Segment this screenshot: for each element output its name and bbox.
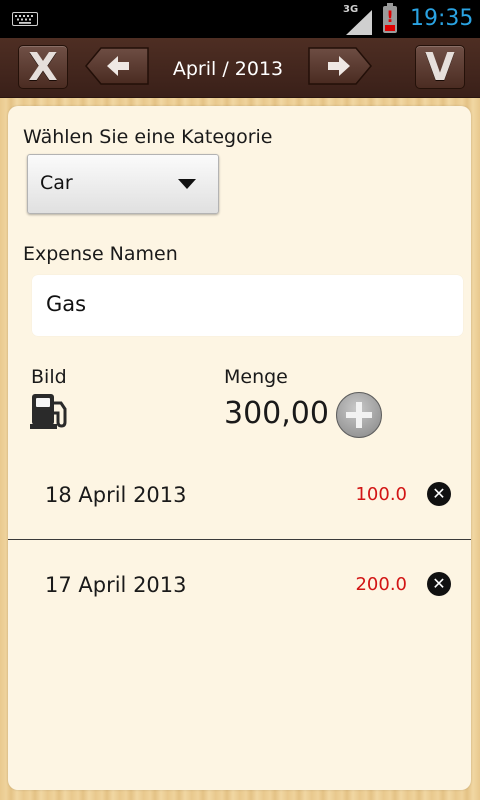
cancel-button[interactable]: X	[18, 45, 68, 89]
category-dropdown[interactable]: Car	[27, 154, 219, 214]
list-divider	[8, 539, 471, 540]
cancel-button-label: X	[28, 45, 58, 89]
battery-alert: !	[386, 7, 394, 26]
entry-date: 18 April 2013	[45, 483, 187, 507]
list-item: 17 April 2013 200.0 ✕	[8, 561, 471, 621]
dropdown-caret-icon	[178, 179, 196, 189]
expense-name-field[interactable]	[32, 275, 463, 336]
list-item: 18 April 2013 100.0 ✕	[8, 471, 471, 531]
previous-month-button[interactable]	[85, 47, 149, 85]
amount-value: 300,00	[224, 396, 329, 431]
battery-icon: !	[383, 3, 397, 33]
signal-icon	[346, 10, 372, 35]
image-label: Bild	[31, 366, 67, 388]
keyboard-icon	[12, 12, 38, 26]
month-title: April / 2013	[172, 58, 284, 80]
fuel-pump-icon[interactable]	[30, 391, 70, 429]
status-clock: 19:35	[410, 6, 474, 31]
entry-date: 17 April 2013	[45, 573, 187, 597]
expense-form-panel: Wählen Sie eine Kategorie Car Expense Na…	[8, 106, 471, 790]
category-label: Wählen Sie eine Kategorie	[23, 126, 273, 148]
entry-amount: 200.0	[355, 574, 407, 595]
expense-name-label: Expense Namen	[23, 243, 178, 265]
add-amount-button[interactable]	[336, 392, 382, 438]
status-bar: 3G ! 19:35	[0, 0, 480, 38]
delete-entry-button[interactable]: ✕	[427, 572, 451, 596]
confirm-button-label: V	[425, 45, 455, 89]
amount-label: Menge	[224, 366, 288, 388]
delete-entry-button[interactable]: ✕	[427, 482, 451, 506]
entry-amount: 100.0	[355, 484, 407, 505]
expense-name-input[interactable]	[46, 292, 446, 316]
confirm-button[interactable]: V	[415, 45, 465, 89]
next-month-button[interactable]	[308, 47, 372, 85]
category-dropdown-value: Car	[40, 172, 73, 194]
